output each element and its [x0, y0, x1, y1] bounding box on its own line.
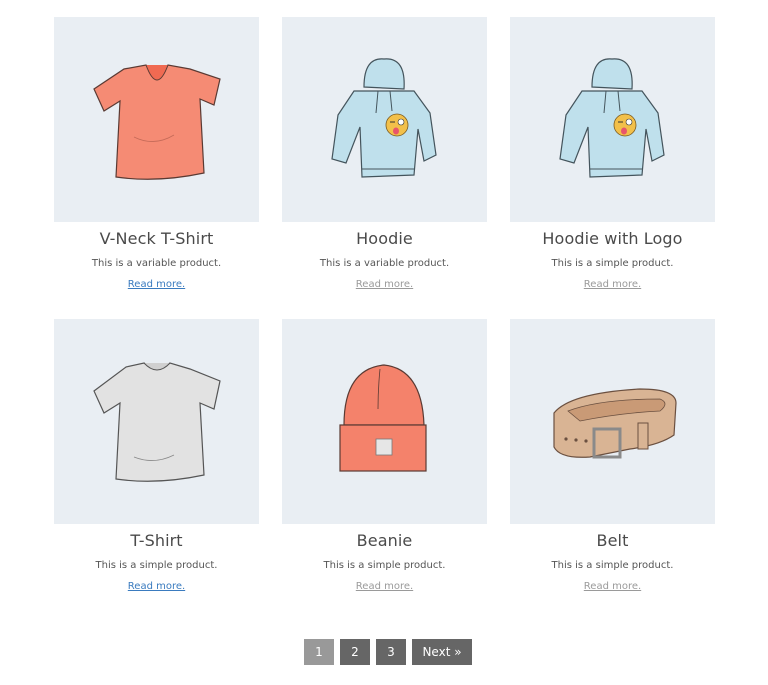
product-image-link[interactable]: [510, 17, 715, 222]
tshirt-image: [93, 362, 221, 482]
product-card: Beanie This is a simple product. Read mo…: [282, 319, 487, 594]
product-description: This is a variable product.: [91, 258, 222, 269]
product-title: Hoodie: [356, 229, 413, 248]
product-title: Belt: [596, 531, 629, 550]
product-image-link[interactable]: [282, 319, 487, 524]
hoodie-image: [331, 58, 437, 178]
vneck-tshirt-image: [93, 64, 221, 180]
beanie-image: [339, 364, 427, 472]
product-title: Hoodie with Logo: [542, 229, 683, 248]
read-more-link[interactable]: Read more.: [356, 580, 413, 594]
page-1-current: 1: [304, 639, 334, 665]
product-description: This is a simple product.: [323, 560, 446, 571]
product-description: This is a simple product.: [551, 560, 674, 571]
product-title: Beanie: [356, 531, 413, 550]
page-3-link[interactable]: 3: [376, 639, 406, 665]
product-card: Hoodie This is a variable product. Read …: [282, 17, 487, 292]
read-more-link[interactable]: Read more.: [584, 278, 641, 292]
product-card: Belt This is a simple product. Read more…: [510, 319, 715, 594]
product-image-link[interactable]: [510, 319, 715, 524]
product-card: Hoodie with Logo This is a simple produc…: [510, 17, 715, 292]
next-page-link[interactable]: Next »: [412, 639, 472, 665]
product-image-link[interactable]: [54, 17, 259, 222]
product-title: T-Shirt: [130, 531, 183, 550]
product-card: V-Neck T-Shirt This is a variable produc…: [54, 17, 259, 292]
read-more-link[interactable]: Read more.: [584, 580, 641, 594]
pagination: 1 2 3 Next »: [304, 639, 472, 665]
read-more-link[interactable]: Read more.: [128, 580, 185, 594]
product-description: This is a simple product.: [551, 258, 674, 269]
page-2-link[interactable]: 2: [340, 639, 370, 665]
product-description: This is a simple product.: [95, 560, 218, 571]
product-image-link[interactable]: [282, 17, 487, 222]
product-description: This is a variable product.: [319, 258, 450, 269]
product-image-link[interactable]: [54, 319, 259, 524]
product-title: V-Neck T-Shirt: [99, 229, 214, 248]
product-card: T-Shirt This is a simple product. Read m…: [54, 319, 259, 594]
belt-image: [553, 388, 677, 459]
hoodie-with-logo-image: [559, 58, 665, 178]
read-more-link[interactable]: Read more.: [128, 278, 185, 292]
read-more-link[interactable]: Read more.: [356, 278, 413, 292]
